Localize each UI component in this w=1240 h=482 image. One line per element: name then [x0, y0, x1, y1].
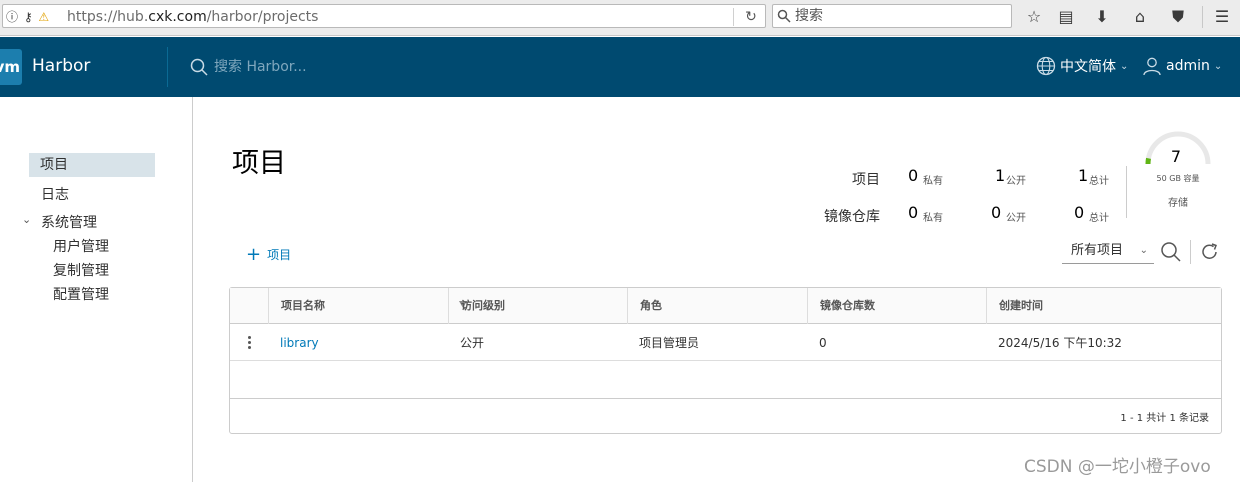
home-icon[interactable]: ⌂ — [1130, 7, 1150, 27]
project-filter-select[interactable]: 所有项目 ⌄ — [1062, 240, 1154, 264]
private-label: 私有 — [923, 176, 943, 187]
user-icon — [1143, 57, 1161, 76]
url-text[interactable]: https://hub.cxk.com/harbor/projects — [67, 9, 318, 25]
access-level-cell: 公开 — [460, 336, 485, 350]
app-name[interactable]: Harbor — [32, 56, 90, 76]
sidebar-item-users[interactable]: 用户管理 — [53, 236, 109, 256]
reader-list-icon[interactable]: ▤ — [1056, 7, 1076, 27]
storage-label: 存储 — [1168, 198, 1188, 209]
browser-search-bar[interactable] — [772, 4, 1012, 28]
select-column-header — [230, 288, 268, 324]
projects-total-count: 1 — [1078, 166, 1089, 185]
plus-icon: + — [246, 243, 262, 265]
pagination-info: 1 - 1 共计 1 条记录 — [1120, 413, 1209, 424]
browser-toolbar: ⓘ ⚷ ⚠ https://hub.cxk.com/harbor/project… — [0, 0, 1240, 36]
refresh-icon[interactable] — [1199, 241, 1221, 263]
global-search-input[interactable] — [214, 57, 434, 77]
storage-gauge-fill — [1145, 157, 1151, 165]
storage-used-value: 7 — [1170, 147, 1182, 166]
language-selector[interactable]: 中文简体 ⌄ — [1036, 56, 1128, 76]
add-project-button[interactable]: + 项目 — [246, 243, 292, 265]
storage-capacity: 50 GB 容量 — [1156, 174, 1200, 183]
sidebar-item-projects[interactable]: 项目 — [29, 153, 155, 177]
projects-public-count: 1 — [995, 166, 1006, 185]
user-menu[interactable]: admin ⌄ — [1142, 56, 1222, 76]
globe-icon — [1036, 56, 1056, 76]
sidebar: 项目 日志 ⌄ 系统管理 用户管理 复制管理 配置管理 — [0, 97, 193, 482]
sidebar-item-replication[interactable]: 复制管理 — [53, 260, 109, 280]
chevron-down-icon: ⌄ — [1120, 60, 1129, 72]
app-header: vm Harbor 中文简体 ⌄ admin ⌄ — [0, 37, 1240, 97]
search-icon — [777, 9, 791, 23]
filter-value: 所有项目 — [1071, 243, 1124, 258]
total-label: 总计 — [1089, 213, 1109, 224]
chevron-down-icon: ⌄ — [1139, 245, 1148, 256]
repo-count-cell: 0 — [819, 336, 827, 350]
sidebar-item-administration[interactable]: 系统管理 — [41, 212, 97, 232]
browser-search-input[interactable] — [795, 7, 1005, 25]
language-label[interactable]: 中文简体 — [1060, 56, 1116, 76]
pocket-icon[interactable]: ⛊ — [1168, 7, 1188, 27]
total-label: 总计 — [1089, 176, 1109, 187]
chevron-down-icon: ⌄ — [1213, 60, 1223, 72]
repos-private-count: 0 — [908, 203, 919, 222]
search-icon[interactable] — [1160, 241, 1182, 263]
stats-repos-label: 镜像仓库 — [824, 209, 880, 225]
watermark: CSDN @一坨小橙子ovo — [1024, 457, 1211, 477]
column-header-access[interactable]: 访问级别 — [448, 288, 627, 324]
table-footer: 1 - 1 共计 1 条记录 — [230, 398, 1221, 433]
private-label: 私有 — [923, 213, 943, 224]
sidebar-item-logs[interactable]: 日志 — [41, 184, 69, 204]
add-project-label: 项目 — [267, 248, 292, 262]
repos-public-count: 0 — [991, 203, 1002, 222]
reload-icon[interactable]: ↻ — [739, 7, 763, 27]
public-label: 公开 — [1006, 176, 1026, 187]
search-icon — [190, 58, 208, 76]
public-label: 公开 — [1006, 213, 1026, 224]
username[interactable]: admin — [1166, 58, 1210, 74]
column-header-name[interactable]: 项目名称 — [268, 288, 467, 324]
global-search[interactable] — [190, 56, 440, 78]
created-time-cell: 2024/5/16 下午10:32 — [998, 336, 1122, 350]
page-title: 项目 — [232, 148, 286, 179]
project-name-link[interactable]: library — [268, 325, 319, 361]
column-header-created[interactable]: 创建时间 — [986, 288, 1221, 324]
sidebar-item-configuration[interactable]: 配置管理 — [53, 284, 109, 304]
stats-projects-label: 项目 — [852, 172, 880, 188]
column-header-role[interactable]: 角色 — [627, 288, 807, 324]
download-icon[interactable]: ⬇ — [1092, 7, 1112, 27]
row-actions-menu-icon[interactable] — [244, 335, 254, 351]
repos-total-count: 0 — [1074, 203, 1085, 222]
projects-table: 项目名称 访问级别 角色 镜像仓库数 创建时间 library 公开 项目管理员… — [229, 287, 1222, 434]
hamburger-menu-icon[interactable]: ☰ — [1212, 7, 1232, 27]
header-divider — [167, 47, 168, 87]
url-divider — [733, 8, 734, 26]
url-bar[interactable]: ⓘ ⚷ ⚠ https://hub.cxk.com/harbor/project… — [2, 4, 766, 28]
table-header: 项目名称 访问级别 角色 镜像仓库数 创建时间 — [230, 288, 1221, 324]
projects-private-count: 0 — [908, 166, 919, 185]
toolbar-divider — [1190, 240, 1191, 264]
toolbar-divider — [1202, 6, 1203, 28]
site-info-icon[interactable]: ⓘ ⚷ ⚠ — [6, 8, 50, 25]
chevron-down-icon[interactable]: ⌄ — [22, 213, 31, 226]
stats-divider — [1126, 166, 1127, 218]
bookmark-star-icon[interactable]: ☆ — [1024, 7, 1044, 27]
column-header-repo-count[interactable]: 镜像仓库数 — [807, 288, 986, 324]
table-row: library 公开 项目管理员 0 2024/5/16 下午10:32 — [230, 325, 1221, 361]
vmware-logo[interactable]: vm — [0, 49, 22, 85]
role-cell: 项目管理员 — [639, 336, 700, 350]
